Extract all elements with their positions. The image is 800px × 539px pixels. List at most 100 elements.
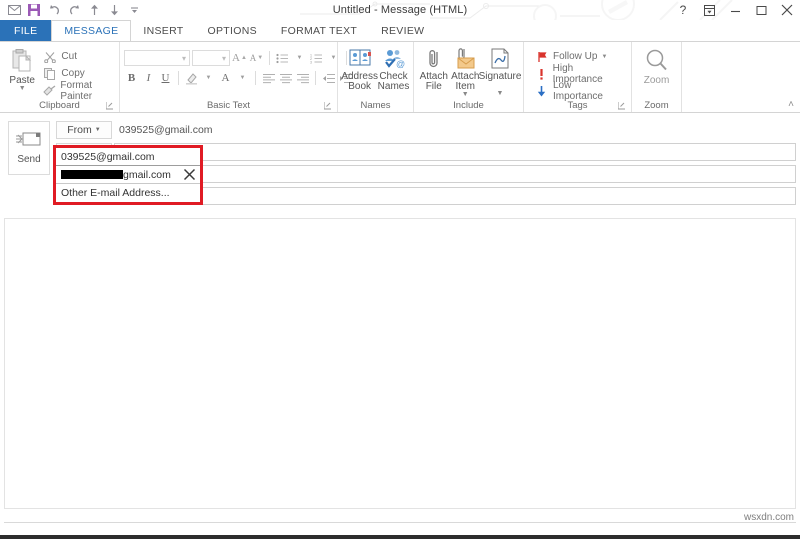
- highlight-caret-icon[interactable]: ▼: [201, 70, 216, 86]
- align-right-button[interactable]: [295, 70, 310, 86]
- from-dropdown-item-other[interactable]: Other E-mail Address...: [56, 184, 200, 202]
- align-center-button[interactable]: [278, 70, 293, 86]
- bullets-caret-icon[interactable]: ▼: [292, 50, 307, 66]
- underline-button[interactable]: U: [158, 70, 173, 86]
- low-importance-button[interactable]: Low Importance: [532, 80, 627, 102]
- font-color-button[interactable]: A: [218, 70, 233, 86]
- divider: [178, 71, 179, 85]
- tab-review[interactable]: REVIEW: [369, 20, 436, 41]
- ribbon-display-options-button[interactable]: [696, 0, 722, 20]
- copy-icon: [43, 67, 57, 81]
- status-divider: [4, 522, 796, 523]
- zoom-button[interactable]: Zoom: [636, 46, 677, 86]
- signature-button[interactable]: Signature ▼: [478, 46, 522, 97]
- include-group-label: Include: [453, 100, 484, 111]
- tags-dialog-launcher-icon[interactable]: [617, 102, 627, 111]
- signature-caret-icon[interactable]: ▼: [497, 90, 504, 97]
- tab-format-text[interactable]: FORMAT TEXT: [269, 20, 369, 41]
- attach-file-button[interactable]: Attach File: [418, 46, 450, 92]
- follow-up-caret-icon[interactable]: ▼: [601, 54, 607, 60]
- ribbon-filler: [682, 42, 800, 112]
- from-dropdown-menu[interactable]: 039525@gmail.com gmail.com Other E-mail …: [53, 145, 203, 205]
- from-value[interactable]: 039525@gmail.com: [114, 121, 796, 139]
- check-names-button[interactable]: @ Check Names: [377, 46, 410, 92]
- font-name-combo[interactable]: ▾: [124, 50, 190, 66]
- grow-font-button[interactable]: A ▲: [232, 50, 247, 66]
- divider: [315, 71, 316, 85]
- window-controls[interactable]: ?: [670, 0, 800, 20]
- follow-up-label: Follow Up: [553, 51, 598, 62]
- remove-x-icon[interactable]: [183, 168, 196, 181]
- basic-text-row-1: ▾ ▾ A ▲ A ▼ ▼ 123 ▼: [124, 48, 367, 68]
- from-dropdown-item-secondary-label: gmail.com: [123, 168, 171, 181]
- scissors-icon: [43, 50, 57, 64]
- tab-options[interactable]: OPTIONS: [196, 20, 269, 41]
- bold-button[interactable]: B: [124, 70, 139, 86]
- format-painter-button[interactable]: Format Painter: [40, 80, 115, 102]
- from-dropdown-item-primary[interactable]: 039525@gmail.com: [56, 148, 200, 166]
- attach-item-button[interactable]: Attach Item ▼: [450, 46, 482, 98]
- send-label: Send: [17, 154, 41, 165]
- tab-message[interactable]: MESSAGE: [51, 20, 132, 41]
- watermark-label: wsxdn.com: [743, 512, 794, 523]
- to-input[interactable]: [114, 143, 796, 161]
- maximize-button[interactable]: [748, 0, 774, 20]
- italic-button[interactable]: I: [141, 70, 156, 86]
- send-envelope-icon: [16, 132, 41, 146]
- ribbon-group-names: Address Book @ Check Names Names: [338, 42, 414, 112]
- font-size-combo[interactable]: ▾: [192, 50, 230, 66]
- align-left-button[interactable]: [261, 70, 276, 86]
- from-dropdown-item-other-label: Other E-mail Address...: [61, 187, 170, 199]
- bullets-button[interactable]: [275, 50, 290, 66]
- paste-icon: [12, 49, 32, 72]
- from-button[interactable]: From ▼: [56, 121, 112, 139]
- numbering-button[interactable]: 123: [309, 50, 324, 66]
- divider: [269, 51, 270, 65]
- from-dropdown-item-secondary[interactable]: gmail.com: [56, 166, 200, 184]
- redaction-bar: [61, 170, 123, 179]
- from-caret-icon[interactable]: ▼: [95, 127, 101, 133]
- bottom-bar: [0, 535, 800, 539]
- text-highlight-color-button[interactable]: [184, 70, 199, 86]
- paperclip-icon: [429, 50, 438, 68]
- collapse-ribbon-button[interactable]: ˄: [788, 99, 794, 110]
- tabrow-filler: [436, 20, 800, 41]
- address-book-label-2: Book: [348, 81, 372, 92]
- check-names-icon: @: [384, 50, 405, 69]
- ribbon-group-basic-text: ▾ ▾ A ▲ A ▼ ▼ 123 ▼ B I U ▼ A ▼ Basic Te…: [120, 42, 366, 112]
- send-button[interactable]: Send: [8, 121, 50, 175]
- from-button-label: From: [67, 124, 92, 136]
- close-button[interactable]: [774, 0, 800, 20]
- address-book-button[interactable]: Address Book: [341, 46, 378, 92]
- clipboard-dialog-launcher-icon[interactable]: [105, 102, 115, 111]
- outlook-compose-window: Untitled - Message (HTML) ? FILE MESSAGE…: [0, 0, 800, 539]
- paste-button[interactable]: Paste ▼: [4, 46, 40, 92]
- basic-text-group-label: Basic Text: [206, 100, 251, 111]
- cut-button[interactable]: Cut: [40, 48, 115, 65]
- exclamation-icon: [535, 67, 549, 81]
- ribbon-group-clipboard: Paste ▼ Cut Copy Format Painter Clipboar…: [0, 42, 120, 112]
- tags-buttons: Follow Up ▼ High Importance Low Importan…: [528, 46, 627, 102]
- help-button[interactable]: ?: [670, 0, 696, 20]
- ribbon-group-include: Attach File Attach Item ▼ Signature ▼ In…: [414, 42, 524, 112]
- ribbon-tabs[interactable]: FILE MESSAGE INSERT OPTIONS FORMAT TEXT …: [0, 20, 800, 41]
- font-color-caret-icon[interactable]: ▼: [235, 70, 250, 86]
- flag-icon: [535, 50, 549, 64]
- names-group-label: Names: [360, 100, 391, 111]
- attach-item-caret-icon[interactable]: ▼: [462, 91, 469, 98]
- tab-file[interactable]: FILE: [0, 20, 52, 41]
- paste-caret-icon[interactable]: ▼: [19, 85, 26, 92]
- cc-input[interactable]: [114, 165, 796, 183]
- svg-text:@: @: [396, 59, 405, 69]
- basic-text-dialog-launcher-icon[interactable]: [323, 102, 333, 111]
- shrink-font-button[interactable]: A ▼: [249, 50, 264, 66]
- tab-insert[interactable]: INSERT: [131, 20, 195, 41]
- from-dropdown-item-primary-label: 039525@gmail.com: [61, 150, 155, 163]
- title-bar: Untitled - Message (HTML) ?: [0, 0, 800, 20]
- minimize-button[interactable]: [722, 0, 748, 20]
- check-names-label-2: Names: [377, 81, 410, 92]
- message-body[interactable]: [4, 218, 796, 509]
- decrease-indent-button[interactable]: [321, 70, 336, 86]
- subject-input[interactable]: [114, 187, 796, 205]
- signature-label: Signature: [478, 71, 522, 82]
